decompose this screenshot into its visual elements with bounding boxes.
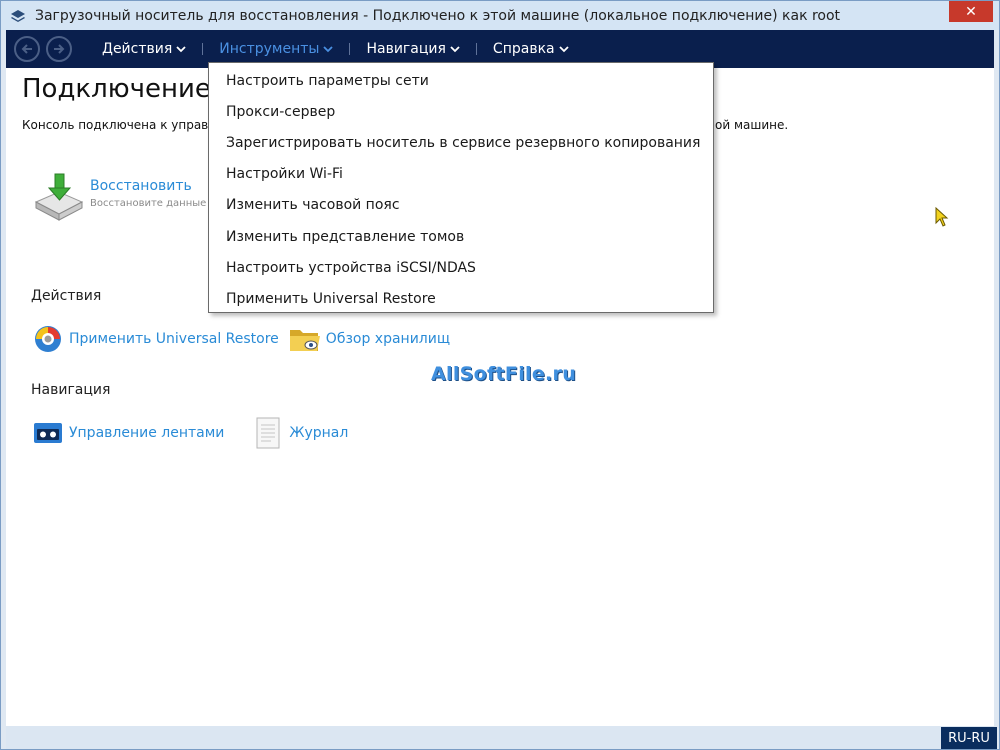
universal-restore-link[interactable]: Применить Universal Restore [32, 323, 279, 355]
menu-item-network-settings[interactable]: Настроить параметры сети [209, 65, 713, 96]
app-layers-icon [10, 8, 26, 24]
navigation-heading: Навигация [31, 382, 111, 398]
status-bar [6, 726, 994, 749]
page-description: Консоль подключена к управляем [22, 118, 240, 132]
menu-tools-label: Инструменты [219, 41, 320, 57]
chevron-down-icon [450, 45, 460, 53]
navigation-links: Управление лентами Журнал [32, 417, 358, 449]
tape-icon [32, 417, 64, 449]
menu-item-wifi-settings[interactable]: Настройки Wi-Fi [209, 159, 713, 190]
chevron-down-icon [558, 45, 569, 53]
log-icon [252, 417, 284, 449]
arrow-right-icon [54, 44, 65, 54]
title-bar: Загрузочный носитель для восстановления … [1, 1, 999, 30]
menu-actions[interactable]: Действия [102, 41, 186, 57]
folder-browse-icon [289, 323, 321, 355]
forward-button[interactable] [46, 36, 72, 62]
menu-item-volume-view[interactable]: Изменить представление томов [209, 221, 713, 252]
window-title: Загрузочный носитель для восстановления … [35, 7, 841, 24]
menu-item-register-media[interactable]: Зарегистрировать носитель в сервисе резе… [209, 127, 713, 158]
page-description-tail: ой машине. [715, 118, 789, 132]
menu-tools[interactable]: Инструменты [219, 41, 334, 57]
menu-item-iscsi-ndas[interactable]: Настроить устройства iSCSI/NDAS [209, 252, 713, 283]
mouse-cursor-icon [935, 206, 951, 229]
language-indicator[interactable]: RU-RU [941, 727, 997, 749]
universal-restore-label: Применить Universal Restore [69, 331, 279, 347]
actions-heading: Действия [31, 288, 102, 304]
universal-restore-icon [32, 323, 64, 355]
chevron-down-icon [323, 45, 334, 53]
restore-title: Восстановить [90, 178, 192, 194]
menu-navigation-label: Навигация [366, 41, 446, 57]
watermark: AllSoftFile.ru [431, 363, 577, 385]
close-icon: ✕ [965, 3, 977, 20]
menu-separator [349, 43, 351, 55]
actions-links: Применить Universal Restore Обзор хранил… [32, 323, 460, 355]
menu-item-universal-restore[interactable]: Применить Universal Restore [209, 283, 713, 314]
menu-item-timezone[interactable]: Изменить часовой пояс [209, 190, 713, 221]
arrow-left-icon [21, 44, 32, 54]
browse-storage-label: Обзор хранилищ [325, 331, 451, 347]
menu-navigation[interactable]: Навигация [366, 41, 460, 57]
restore-action[interactable]: Восстановить Восстановите данные из [32, 172, 221, 226]
back-button[interactable] [14, 36, 40, 62]
restore-disk-icon [32, 172, 86, 226]
log-link[interactable]: Журнал [252, 417, 348, 449]
log-label: Журнал [289, 425, 349, 441]
close-button[interactable]: ✕ [949, 1, 993, 22]
tools-dropdown-menu: Настроить параметры сети Прокси-сервер З… [208, 62, 714, 313]
menu-separator [202, 43, 204, 55]
menu-separator [475, 43, 477, 55]
menu-item-proxy-server[interactable]: Прокси-сервер [209, 96, 713, 127]
restore-subtitle: Восстановите данные из [90, 198, 222, 209]
tape-management-link[interactable]: Управление лентами [32, 417, 224, 449]
menu-help-label: Справка [492, 41, 555, 57]
menu-help[interactable]: Справка [493, 41, 569, 57]
tape-management-label: Управление лентами [69, 425, 225, 441]
chevron-down-icon [176, 45, 186, 53]
browse-storage-link[interactable]: Обзор хранилищ [289, 323, 450, 355]
menu-actions-label: Действия [102, 41, 173, 57]
